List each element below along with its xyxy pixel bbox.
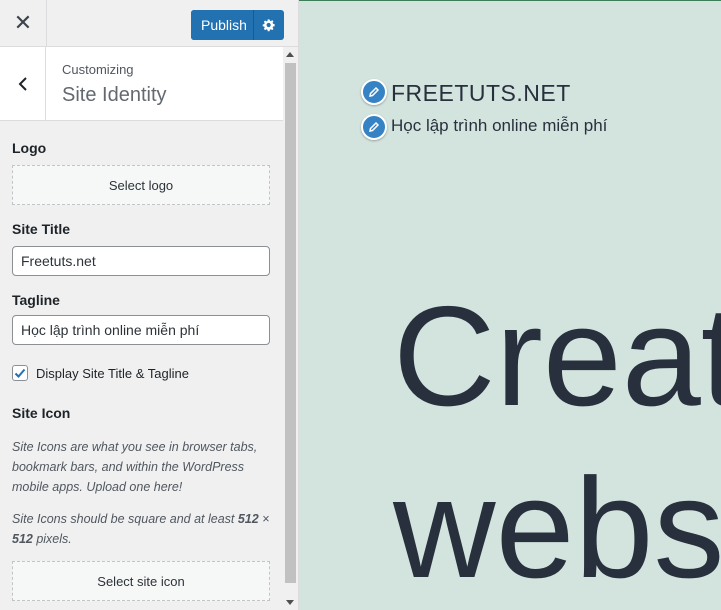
publish-button[interactable]: Publish [191,10,253,40]
display-title-tagline-label: Display Site Title & Tagline [36,365,189,381]
section-header: Customizing Site Identity [0,47,283,121]
site-identity-panel: Logo Select logo Site Title Freetuts.net… [12,121,270,601]
select-site-icon-button[interactable]: Select site icon [12,561,270,601]
preview-hero-heading: Create website [393,271,721,610]
scroll-down-arrow[interactable] [286,600,294,605]
scroll-thumb[interactable] [285,63,296,583]
close-customizer-button[interactable]: ✕ [0,0,47,46]
site-icon-size-note: Site Icons should be square and at least… [12,512,270,546]
pencil-icon [369,86,380,97]
customizer-sidebar: ✕ Publish Customizing Site Identity Logo… [0,0,299,610]
site-icon-description: Site Icons are what you see in browser t… [12,440,258,494]
sidebar-scrollbar[interactable] [283,47,298,610]
site-preview: FREETUTS.NET Học lập trình online miễn p… [299,1,721,610]
site-title-input[interactable]: Freetuts.net [12,246,270,276]
select-logo-button[interactable]: Select logo [12,165,270,205]
preview-site-title: FREETUTS.NET [391,80,571,106]
close-icon: ✕ [13,10,33,35]
section-title: Site Identity [62,84,167,106]
gear-icon [262,19,275,32]
display-title-tagline-row: Display Site Title & Tagline [12,365,270,381]
pencil-icon [369,121,380,132]
edit-site-title-button[interactable] [361,79,387,105]
back-button[interactable] [0,47,46,120]
tagline-label: Tagline [12,292,60,308]
edit-tagline-button[interactable] [361,114,387,140]
breadcrumb: Customizing [62,62,134,77]
customizer-header: ✕ Publish [0,0,298,47]
hero-line-2: website [393,449,721,608]
logo-label: Logo [12,140,47,156]
scroll-up-arrow[interactable] [286,52,294,57]
tagline-input[interactable]: Học lập trình online miễn phí [12,315,270,345]
publish-settings-button[interactable] [253,10,284,40]
site-title-label: Site Title [12,221,71,237]
hero-line-1: Create [393,277,721,436]
publish-group: Publish [191,10,284,40]
site-icon-label: Site Icon [12,405,71,421]
chevron-left-icon [18,76,27,91]
display-title-tagline-checkbox[interactable] [12,365,28,381]
preview-tagline: Học lập trình online miễn phí [391,116,608,135]
checkmark-icon [14,368,26,378]
